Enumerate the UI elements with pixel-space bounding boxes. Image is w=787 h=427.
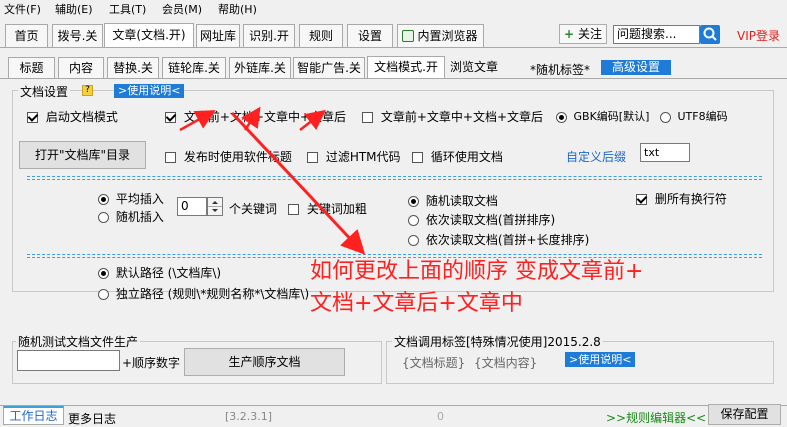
version-label: [3.2.3.1] [225, 410, 273, 423]
random-test-title: 随机测试文档文件生产 [16, 333, 141, 350]
status-bar-line [0, 405, 787, 406]
random-test-input[interactable] [17, 350, 120, 371]
produce-order-doc-button[interactable]: 生产顺序文档 [184, 348, 345, 376]
tab-more-log[interactable]: 更多日志 [68, 410, 116, 427]
usage-link-bottom[interactable]: >使用说明< [565, 352, 636, 367]
annotation-arrow-main [230, 111, 366, 255]
annotation-line-2: 文档+文章后+文章中 [310, 291, 523, 316]
tab-work-log[interactable]: 工作日志 [3, 406, 64, 425]
annotation-line-1: 如何更改上面的顺序 变成文章前+ [310, 259, 644, 284]
annotation-text: 如何更改上面的顺序 变成文章前+ 文档+文章后+文章中 [310, 256, 643, 320]
tag-doc-content[interactable]: {文档内容} [474, 354, 537, 371]
doc-tags-title: 文档调用标签[特殊情况使用]2015.2.8 [392, 333, 603, 350]
annotation-arrow-3 [299, 109, 326, 131]
rule-editor-link[interactable]: >>规则编辑器<< [606, 409, 706, 426]
order-number-label: +顺序数字 [122, 356, 181, 370]
counter-label: 0 [437, 410, 444, 423]
annotation-arrow-1 [179, 110, 216, 132]
tag-doc-title[interactable]: {文档标题} [402, 354, 465, 371]
save-config-button[interactable]: 保存配置 [708, 404, 781, 425]
